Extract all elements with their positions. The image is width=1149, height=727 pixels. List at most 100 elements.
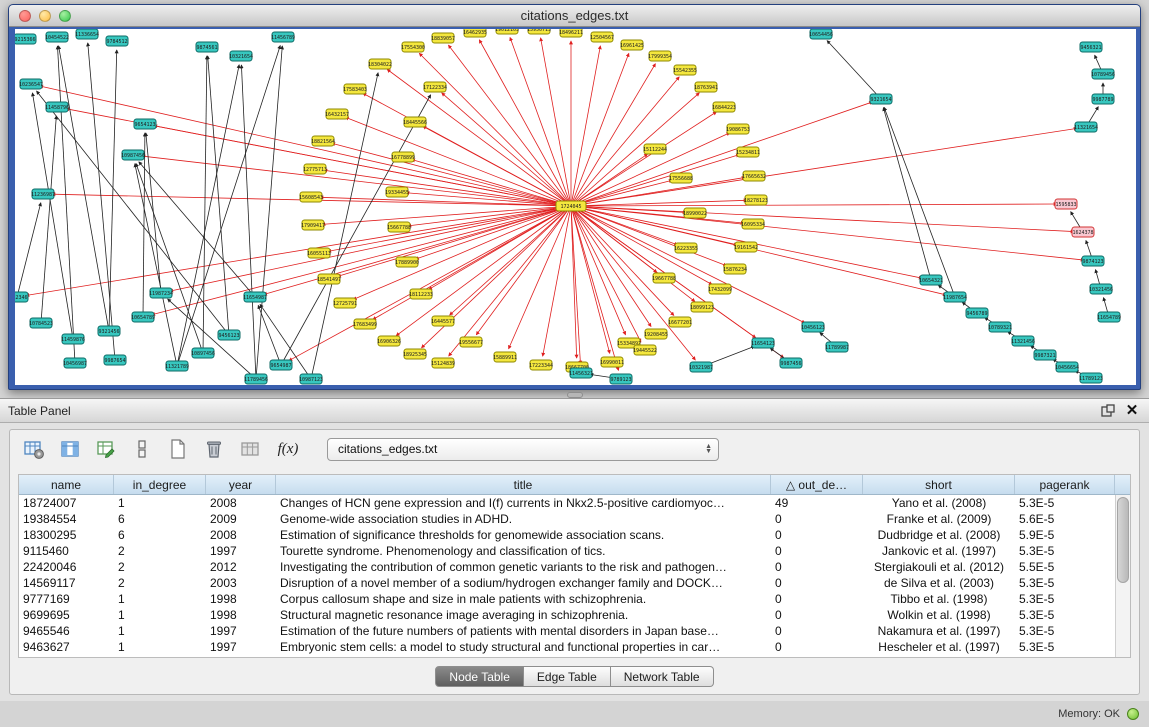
column-header-2[interactable]: year [206, 475, 276, 494]
graph-node[interactable]: 9456321 [1080, 42, 1102, 52]
new-file-button[interactable] [164, 436, 191, 463]
graph-node[interactable]: 18763941 [694, 82, 718, 92]
graph-node[interactable]: 9987789 [1092, 94, 1114, 104]
graph-edge[interactable] [571, 128, 1077, 206]
graph-node[interactable]: 1624378 [1072, 227, 1094, 237]
table-row[interactable]: 969969511998Structural magnetic resonanc… [19, 607, 1115, 623]
graph-edge[interactable] [203, 56, 207, 353]
graph-edge[interactable] [449, 206, 571, 356]
graph-edge[interactable] [256, 46, 282, 379]
graph-edge[interactable] [450, 206, 571, 315]
graph-node[interactable]: 10784523 [29, 318, 53, 328]
graph-node[interactable]: 16095334 [741, 219, 765, 229]
window-titlebar[interactable]: citations_edges.txt [9, 5, 1140, 27]
graph-edge[interactable] [571, 112, 716, 206]
graph-node[interactable]: 18278123 [744, 195, 768, 205]
graph-node[interactable]: 16462935 [463, 29, 487, 37]
graph-edge[interactable] [139, 162, 255, 297]
graph-node[interactable]: 16778899 [391, 152, 415, 162]
scrollbar-thumb[interactable] [1117, 497, 1129, 583]
graph-node[interactable]: 9321654 [870, 94, 892, 104]
import-table-button[interactable] [236, 436, 263, 463]
graph-node[interactable]: 10987123 [299, 374, 323, 384]
graph-node[interactable]: 19667788 [652, 273, 676, 283]
graph-node[interactable]: 9456789 [966, 308, 988, 318]
network-canvas[interactable]: 1724045183040221758340316432157188215641… [15, 29, 1136, 385]
zoom-window-button[interactable] [59, 10, 71, 22]
minimize-window-button[interactable] [39, 10, 51, 22]
graph-node[interactable]: 12725791 [333, 298, 357, 308]
graph-edge[interactable] [412, 160, 571, 206]
graph-node[interactable]: 16844223 [712, 102, 736, 112]
graph-node[interactable]: 17432099 [708, 284, 732, 294]
graph-edge[interactable] [135, 164, 177, 366]
graph-node[interactable]: 15542355 [673, 65, 697, 75]
graph-node[interactable]: 15667788 [387, 222, 411, 232]
graph-edge[interactable] [177, 46, 280, 366]
graph-node[interactable]: 10321456 [1089, 284, 1113, 294]
graph-node[interactable]: 10321987 [689, 362, 713, 372]
graph-node[interactable]: 16223355 [674, 243, 698, 253]
graph-node[interactable]: 9784512 [106, 36, 128, 46]
close-window-button[interactable] [19, 10, 31, 22]
graph-edge[interactable] [509, 206, 571, 349]
graph-node[interactable]: 9874123 [1082, 256, 1104, 266]
table-row[interactable]: 1938455462009Genome-wide association stu… [19, 511, 1115, 527]
network-view[interactable]: 1724045183040221758340316432157188215641… [15, 29, 1136, 385]
graph-edge[interactable] [59, 46, 109, 331]
graph-node[interactable]: 11654987 [243, 292, 267, 302]
graph-node[interactable]: 18099123 [690, 302, 714, 312]
graph-node[interactable]: 11789987 [825, 342, 849, 352]
graph-node[interactable]: 19012103 [495, 29, 519, 34]
graph-node[interactable]: 15124839 [431, 358, 455, 368]
graph-node[interactable]: 16906326 [377, 336, 401, 346]
graph-node[interactable]: 17665632 [742, 171, 766, 181]
graph-node[interactable]: 16961425 [620, 40, 644, 50]
graph-node[interactable]: 18925345 [403, 349, 427, 359]
graph-node[interactable]: 10456987 [63, 358, 87, 368]
graph-node[interactable]: 9654123 [134, 119, 156, 129]
graph-node[interactable]: 15950713 [527, 29, 551, 34]
graph-edge[interactable] [571, 102, 872, 206]
graph-node[interactable]: 18541497 [317, 274, 341, 284]
graph-edge[interactable] [571, 206, 619, 370]
graph-node[interactable]: 9456123 [218, 330, 240, 340]
graph-edge[interactable] [571, 206, 651, 327]
graph-node[interactable]: 9874561 [196, 42, 218, 52]
graph-node[interactable]: 15608543 [299, 192, 323, 202]
graph-node[interactable]: 19445522 [633, 345, 657, 355]
graph-node[interactable]: 11987234 [149, 288, 173, 298]
graph-node[interactable]: 10789456 [1091, 69, 1115, 79]
graph-edge[interactable] [429, 206, 571, 289]
graph-node[interactable]: 9789123 [610, 374, 632, 384]
graph-edge[interactable] [510, 37, 571, 206]
graph-node[interactable]: 15889911 [493, 352, 517, 362]
table-row[interactable]: 1830029562008Estimation of significance … [19, 527, 1115, 543]
graph-node[interactable]: 11336654 [75, 29, 99, 39]
graph-node[interactable]: 9215366 [15, 34, 36, 44]
column-header-0[interactable]: name [19, 475, 114, 494]
memory-status-led-icon[interactable] [1127, 708, 1139, 720]
graph-node[interactable]: 15112244 [643, 144, 667, 154]
graph-node[interactable]: 10456654 [1055, 362, 1079, 372]
close-panel-icon[interactable]: ✕ [1123, 402, 1141, 420]
tab-network-table[interactable]: Network Table [611, 666, 714, 687]
function-builder-button[interactable]: f(x) [272, 436, 304, 463]
column-header-4[interactable]: △ out_de… [771, 475, 863, 494]
graph-edge[interactable] [571, 155, 739, 206]
graph-edge[interactable] [208, 56, 229, 335]
graph-edge[interactable] [143, 133, 145, 317]
graph-edge[interactable] [241, 65, 256, 379]
graph-node[interactable]: 17122334 [423, 82, 447, 92]
graph-node[interactable]: 17583403 [343, 84, 367, 94]
graph-edge[interactable] [324, 170, 571, 206]
graph-node[interactable]: 18112233 [409, 289, 433, 299]
graph-edge[interactable] [258, 305, 281, 365]
graph-node[interactable]: 19086753 [726, 124, 750, 134]
graph-node[interactable]: 11321456 [1011, 336, 1035, 346]
float-panel-icon[interactable] [1099, 402, 1117, 420]
graph-edge[interactable] [328, 206, 571, 251]
delete-button[interactable] [200, 436, 227, 463]
graph-node[interactable]: 9654987 [270, 360, 292, 370]
graph-node[interactable]: 1724045 [556, 201, 586, 211]
